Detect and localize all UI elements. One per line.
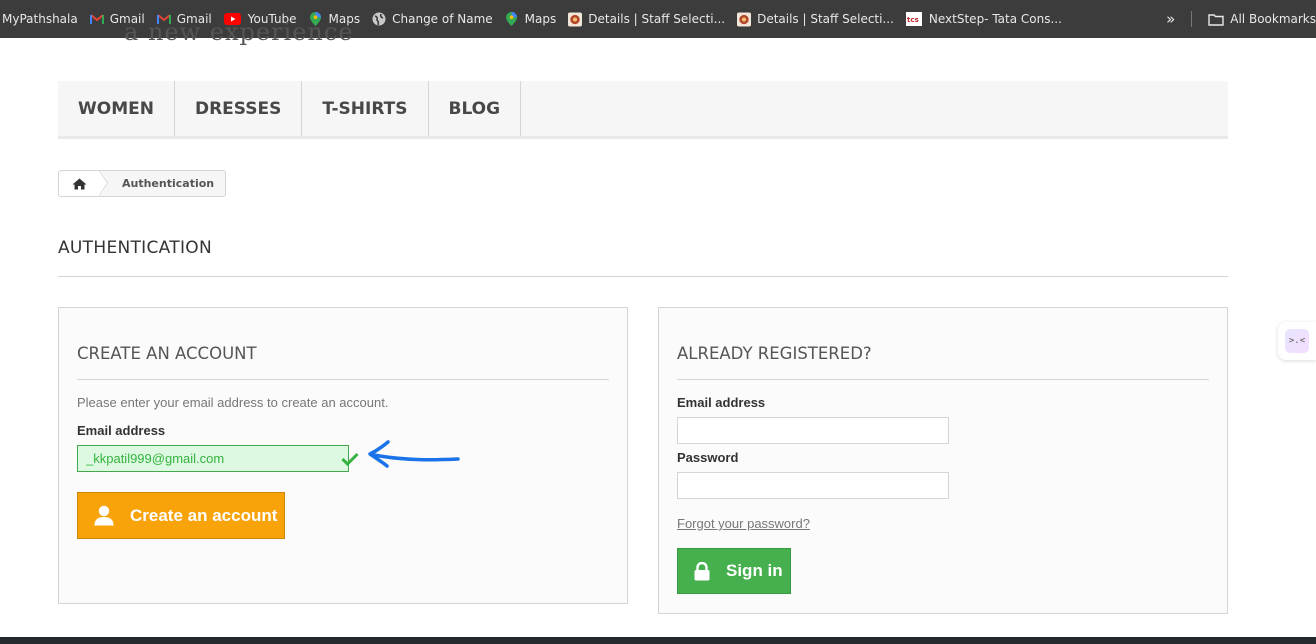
create-email-label: Email address <box>77 423 166 438</box>
forgot-password-link[interactable]: Forgot your password? <box>677 516 810 531</box>
bookmark-staff-selection-2[interactable]: Details | Staff Selecti... <box>731 5 900 33</box>
gmail-icon <box>89 12 104 26</box>
footer-strip <box>0 637 1316 644</box>
maps-pin-icon <box>505 12 519 26</box>
bookmark-label: Maps <box>524 12 557 26</box>
folder-icon <box>1208 12 1224 26</box>
bookmark-change-of-name[interactable]: Change of Name <box>366 5 499 33</box>
breadcrumb-current: Authentication <box>122 177 215 190</box>
side-extension-widget[interactable]: >.< <box>1278 322 1316 360</box>
heading-divider <box>58 276 1228 277</box>
create-account-divider <box>77 379 609 380</box>
menu-item-dresses[interactable]: DRESSES <box>175 81 303 136</box>
menu-item-tshirts[interactable]: T-SHIRTS <box>302 81 429 136</box>
bookmarks-divider <box>1191 11 1193 27</box>
menu-item-women[interactable]: WOMEN <box>58 81 175 136</box>
all-bookmarks-button[interactable]: All Bookmarks <box>1202 5 1316 33</box>
bookmark-mypathshala[interactable]: MyPathshala <box>0 5 84 33</box>
annotation-arrow-icon <box>368 440 460 468</box>
bookmark-label: Details | Staff Selecti... <box>757 12 894 26</box>
bookmark-label: Change of Name <box>392 12 493 26</box>
create-account-button[interactable]: Create an account <box>77 492 285 539</box>
create-account-title: CREATE AN ACCOUNT <box>77 344 257 363</box>
login-title: ALREADY REGISTERED? <box>677 344 872 363</box>
emblem-icon <box>568 12 583 26</box>
checkmark-icon <box>341 452 359 467</box>
breadcrumb-home-link[interactable] <box>59 170 108 196</box>
create-email-field-wrapper <box>77 445 359 472</box>
bookmarks-bar-right: » All Bookmarks <box>1158 0 1316 38</box>
password-field[interactable] <box>677 472 949 499</box>
bookmark-staff-selection-1[interactable]: Details | Staff Selecti... <box>562 5 731 33</box>
lock-icon <box>678 549 726 593</box>
login-email-label: Email address <box>677 395 766 410</box>
create-account-button-label: Create an account <box>130 505 278 525</box>
globe-icon <box>372 12 386 26</box>
bookmark-label: Details | Staff Selecti... <box>588 12 726 26</box>
page-title: AUTHENTICATION <box>58 238 212 258</box>
bookmark-label: MyPathshala <box>2 12 78 26</box>
emblem-icon <box>737 12 752 26</box>
sign-in-button[interactable]: Sign in <box>677 548 791 594</box>
create-account-hint: Please enter your email address to creat… <box>77 395 389 410</box>
bookmark-label: NextStep- Tata Cons... <box>928 12 1062 26</box>
all-bookmarks-label: All Bookmarks <box>1230 12 1316 26</box>
main-menu: WOMEN DRESSES T-SHIRTS BLOG <box>58 81 1228 139</box>
bookmark-nextstep-tcs[interactable]: tcs NextStep- Tata Cons... <box>900 5 1068 33</box>
user-icon <box>78 493 130 538</box>
login-divider <box>677 379 1209 380</box>
login-form: ALREADY REGISTERED? Email address Passwo… <box>658 307 1228 614</box>
login-email-field[interactable] <box>677 417 949 444</box>
extension-icon: >.< <box>1285 329 1309 353</box>
breadcrumb: Authentication <box>58 170 227 197</box>
create-email-field[interactable] <box>77 445 349 472</box>
logo-tagline: a new experience <box>124 18 354 46</box>
home-icon <box>72 178 87 190</box>
tcs-icon: tcs <box>906 12 923 26</box>
create-account-form: CREATE AN ACCOUNT Please enter your emai… <box>58 307 628 604</box>
menu-item-blog[interactable]: BLOG <box>429 81 522 136</box>
bookmark-maps-2[interactable]: Maps <box>499 5 563 33</box>
svg-text:tcs: tcs <box>907 16 919 24</box>
password-label: Password <box>677 450 739 465</box>
sign-in-button-label: Sign in <box>726 561 783 580</box>
more-bookmarks-button[interactable]: » <box>1158 10 1185 28</box>
